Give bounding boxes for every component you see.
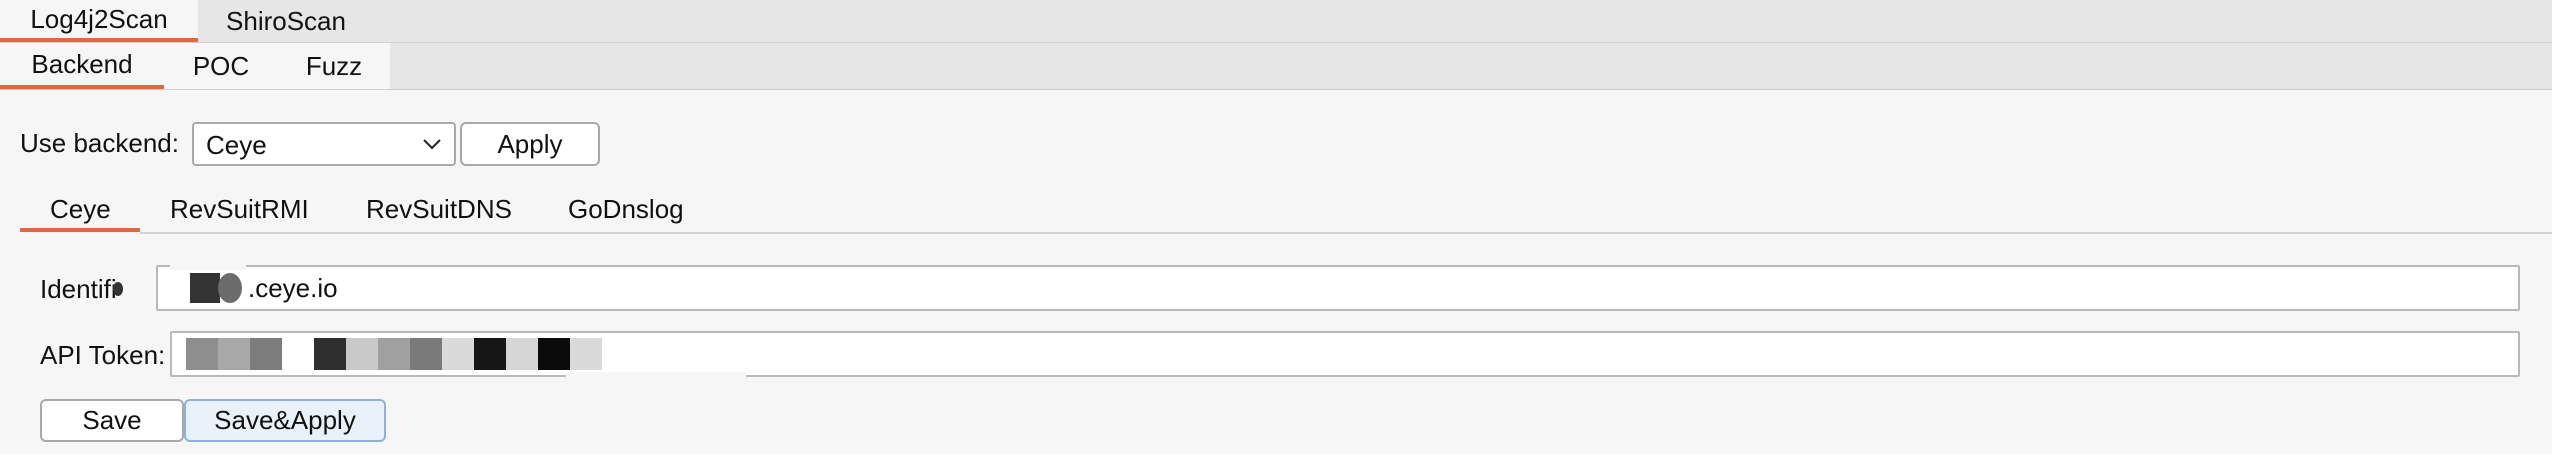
chevron-down-icon [423, 139, 441, 150]
api-token-input[interactable] [170, 331, 2520, 377]
backend-select[interactable]: Ceye [192, 122, 456, 166]
tab-label: Fuzz [305, 50, 363, 81]
redaction-dot [113, 282, 123, 296]
backend-select-value: Ceye [206, 130, 267, 160]
api-token-label: API Token: [40, 340, 166, 370]
tab-log4j2scan[interactable]: Log4j2Scan [0, 0, 198, 42]
redaction-mask [170, 238, 246, 270]
backend-tab-bar: Ceye RevSuitRMI RevSuitDNS GoDnslog [0, 186, 2552, 234]
apply-button[interactable]: Apply [460, 122, 600, 166]
save-button[interactable]: Save [40, 399, 184, 442]
save-apply-button-label: Save&Apply [214, 405, 356, 435]
tab-label: Log4j2Scan [30, 3, 168, 34]
identifier-label: Identifi [40, 274, 117, 304]
top-tab-bar: Log4j2Scan ShiroScan [0, 0, 2552, 43]
tab-ceye[interactable]: Ceye [50, 194, 111, 225]
tab-poc[interactable]: POC [164, 43, 278, 89]
api-token-redaction [186, 338, 666, 370]
redaction-mask [566, 372, 746, 386]
sub-tab-bar: Backend POC Fuzz [0, 43, 2552, 90]
tab-label: POC [192, 50, 250, 81]
tab-backend[interactable]: Backend [0, 43, 164, 89]
tab-label: ShiroScan [226, 5, 346, 36]
tab-godnslog[interactable]: GoDnslog [568, 194, 684, 225]
save-apply-button[interactable]: Save&Apply [184, 399, 386, 442]
tab-fuzz[interactable]: Fuzz [278, 43, 390, 89]
identifier-input[interactable]: .ceye.io [156, 265, 2520, 311]
redaction-mask [118, 270, 156, 306]
tab-label: Backend [31, 48, 133, 79]
save-button-label: Save [82, 405, 142, 435]
apply-button-label: Apply [497, 128, 563, 159]
tab-revsuitrmi[interactable]: RevSuitRMI [170, 194, 309, 225]
tab-divider [140, 232, 2552, 234]
tab-shiroscan[interactable]: ShiroScan [198, 0, 374, 42]
backend-label: Use backend: [20, 128, 179, 158]
tab-revsuitdns[interactable]: RevSuitDNS [366, 194, 512, 225]
active-tab-indicator [20, 228, 140, 232]
identifier-redaction [218, 273, 242, 303]
identifier-redaction [190, 273, 220, 303]
identifier-value: .ceye.io [248, 273, 338, 303]
